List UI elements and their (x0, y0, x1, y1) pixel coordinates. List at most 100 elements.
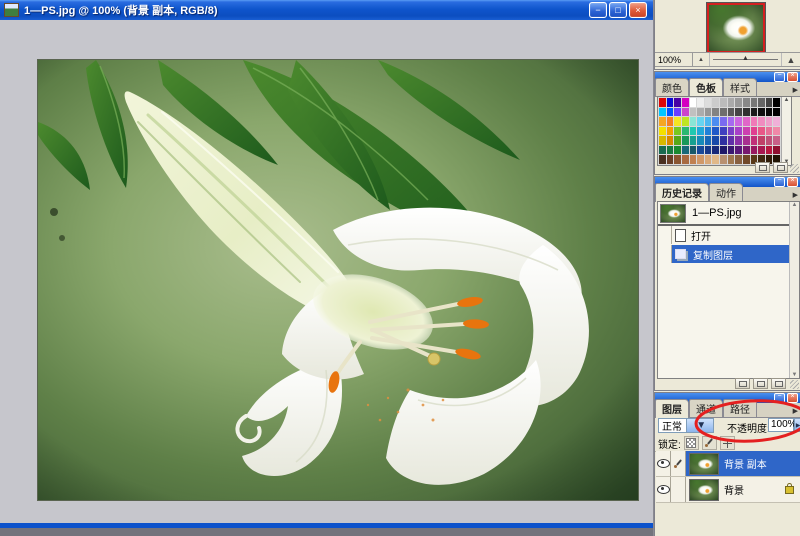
color-swatch[interactable] (697, 98, 704, 107)
color-swatch[interactable] (758, 117, 765, 126)
color-swatch[interactable] (697, 108, 704, 117)
history-item[interactable]: 打开 (658, 226, 799, 244)
color-swatch[interactable] (659, 146, 666, 155)
history-source-well[interactable] (658, 226, 672, 244)
color-swatch[interactable] (712, 98, 719, 107)
color-swatch[interactable] (667, 98, 674, 107)
color-swatch[interactable] (690, 108, 697, 117)
minimize-button[interactable]: − (589, 2, 607, 18)
color-swatch[interactable] (659, 117, 666, 126)
history-snapshot-row[interactable]: 1—PS.jpg (658, 202, 799, 225)
zoom-out-icon[interactable]: ▲ (693, 57, 709, 63)
color-swatch[interactable] (720, 136, 727, 145)
color-swatch[interactable] (690, 127, 697, 136)
color-swatch[interactable] (690, 136, 697, 145)
color-swatch[interactable] (667, 136, 674, 145)
color-swatch[interactable] (735, 127, 742, 136)
color-swatch[interactable] (674, 108, 681, 117)
color-swatch[interactable] (690, 117, 697, 126)
color-swatch[interactable] (728, 108, 735, 117)
minimize-icon[interactable]: − (774, 393, 785, 403)
color-swatch[interactable] (751, 146, 758, 155)
color-swatch[interactable] (735, 108, 742, 117)
color-swatch[interactable] (743, 127, 750, 136)
lock-position-button[interactable] (720, 436, 735, 450)
color-swatch[interactable] (735, 146, 742, 155)
panel-tab[interactable]: 通道 (689, 399, 723, 417)
zoom-slider-track[interactable]: ▲ (709, 53, 782, 66)
color-swatch[interactable] (659, 127, 666, 136)
swatch-scrollbar[interactable]: ▲▼ (781, 97, 791, 165)
color-swatch[interactable] (758, 108, 765, 117)
color-swatch[interactable] (659, 136, 666, 145)
layer-visibility-cell[interactable] (656, 477, 671, 502)
color-swatch[interactable] (720, 98, 727, 107)
panel-tab[interactable]: 动作 (709, 183, 743, 201)
color-swatch[interactable] (667, 146, 674, 155)
color-swatch[interactable] (674, 98, 681, 107)
color-swatch[interactable] (674, 117, 681, 126)
color-swatch[interactable] (773, 108, 780, 117)
photo-canvas[interactable] (38, 60, 638, 500)
color-swatch[interactable] (735, 98, 742, 107)
history-item[interactable]: 复制图层 (658, 245, 799, 263)
color-swatch[interactable] (766, 108, 773, 117)
panel-menu-arrow-icon[interactable]: ▶ (793, 86, 798, 94)
color-swatch[interactable] (728, 98, 735, 107)
panel-tab[interactable]: 颜色 (655, 78, 689, 96)
color-swatch[interactable] (682, 127, 689, 136)
navigator-view-box[interactable] (707, 3, 765, 53)
color-swatch[interactable] (743, 117, 750, 126)
color-swatch[interactable] (712, 117, 719, 126)
color-swatch[interactable] (712, 108, 719, 117)
color-swatch[interactable] (720, 127, 727, 136)
panel-tab[interactable]: 样式 (723, 78, 757, 96)
color-swatch[interactable] (697, 136, 704, 145)
color-swatch[interactable] (705, 136, 712, 145)
color-swatch[interactable] (743, 136, 750, 145)
panel-tab[interactable]: 色板 (689, 78, 723, 97)
zoom-slider-handle[interactable]: ▲ (742, 55, 749, 62)
color-swatch[interactable] (705, 146, 712, 155)
opacity-slider-arrow-icon[interactable]: ▶ (794, 418, 800, 432)
panel-menu-arrow-icon[interactable]: ▶ (793, 407, 798, 415)
color-swatch[interactable] (712, 146, 719, 155)
layer-brush-cell[interactable] (671, 451, 686, 476)
color-swatch[interactable] (705, 117, 712, 126)
color-swatch[interactable] (743, 108, 750, 117)
color-swatch[interactable] (674, 136, 681, 145)
color-swatch[interactable] (743, 98, 750, 107)
close-icon[interactable]: × (787, 177, 798, 187)
maximize-button[interactable]: □ (609, 2, 627, 18)
color-swatch[interactable] (697, 146, 704, 155)
blend-mode-select[interactable]: 正常 ▼ (658, 418, 714, 433)
color-swatch[interactable] (751, 108, 758, 117)
color-swatch[interactable] (720, 108, 727, 117)
color-swatch[interactable] (712, 136, 719, 145)
layer-visibility-cell[interactable] (656, 451, 671, 476)
color-swatch[interactable] (674, 146, 681, 155)
color-swatch[interactable] (728, 127, 735, 136)
color-swatch[interactable] (758, 146, 765, 155)
color-swatch[interactable] (682, 98, 689, 107)
color-swatch[interactable] (728, 136, 735, 145)
minimize-icon[interactable]: − (774, 177, 785, 187)
color-swatch[interactable] (773, 127, 780, 136)
color-swatch[interactable] (667, 117, 674, 126)
color-swatch[interactable] (667, 127, 674, 136)
new-swatch-icon[interactable] (755, 162, 770, 173)
color-swatch[interactable] (728, 117, 735, 126)
color-swatch[interactable] (773, 146, 780, 155)
color-swatch[interactable] (659, 108, 666, 117)
close-icon[interactable]: × (787, 72, 798, 82)
color-swatch[interactable] (773, 136, 780, 145)
navigator-thumbnail[interactable] (706, 2, 766, 54)
color-swatch[interactable] (766, 98, 773, 107)
new-snapshot-icon[interactable] (753, 378, 768, 389)
opacity-input[interactable]: 100% (768, 418, 794, 432)
trash-icon[interactable] (773, 162, 788, 173)
layer-row[interactable]: 背景 副本 (656, 451, 800, 477)
resize-grip[interactable] (790, 380, 799, 389)
color-swatch[interactable] (690, 98, 697, 107)
color-swatch[interactable] (751, 98, 758, 107)
